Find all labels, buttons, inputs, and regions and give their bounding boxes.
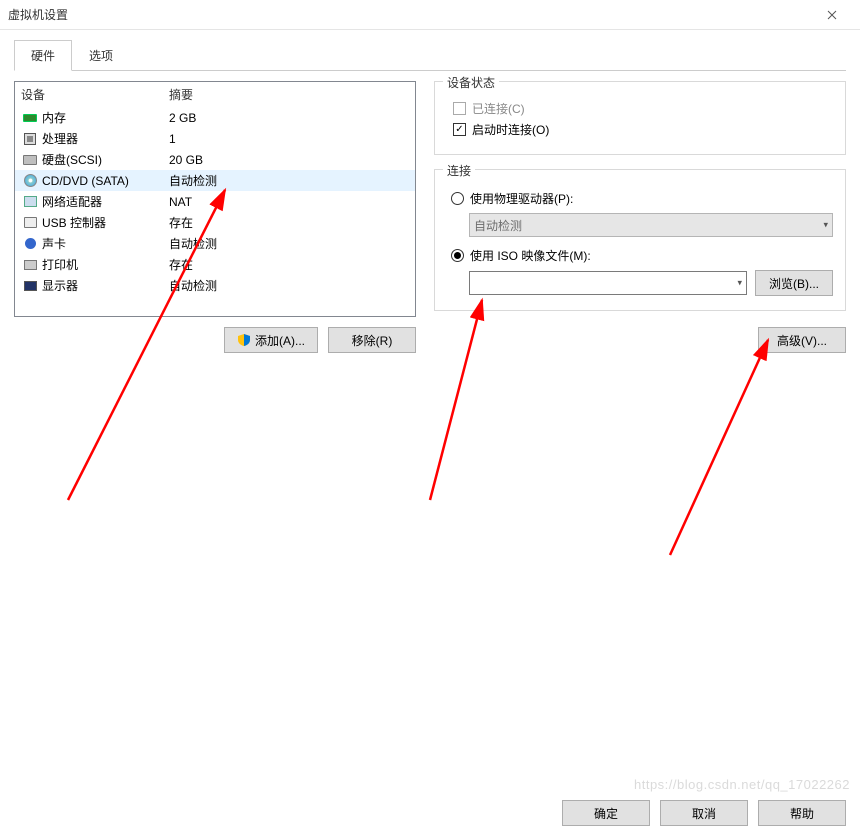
chevron-down-icon[interactable]: ▾ — [737, 278, 742, 289]
device-row-usb[interactable]: USB 控制器 存在 — [15, 212, 415, 233]
physical-drive-combo: 自动检测 ▾ — [469, 213, 833, 237]
device-row-display[interactable]: 显示器 自动检测 — [15, 275, 415, 296]
device-label: 网络适配器 — [42, 193, 169, 210]
device-summary: 存在 — [169, 214, 409, 231]
device-summary: NAT — [169, 195, 409, 209]
chevron-down-icon: ▾ — [823, 220, 828, 231]
tabs: 硬件 选项 — [14, 40, 846, 71]
connect-poweron-checkbox[interactable] — [453, 123, 466, 136]
use-iso-label: 使用 ISO 映像文件(M): — [470, 247, 591, 264]
close-button[interactable] — [812, 1, 852, 29]
hdd-icon — [21, 152, 39, 168]
add-button[interactable]: 添加(A)... — [224, 327, 318, 353]
header-device: 设备 — [21, 86, 169, 103]
device-summary: 自动检测 — [169, 277, 409, 294]
device-row-printer[interactable]: 打印机 存在 — [15, 254, 415, 275]
tab-options[interactable]: 选项 — [72, 40, 130, 71]
header-summary: 摘要 — [169, 86, 409, 103]
device-label: 打印机 — [42, 256, 169, 273]
cd-icon — [21, 173, 39, 189]
use-physical-row[interactable]: 使用物理驱动器(P): — [451, 190, 833, 207]
sound-icon — [21, 236, 39, 252]
connection-legend: 连接 — [443, 162, 475, 179]
device-label: CD/DVD (SATA) — [42, 174, 169, 188]
device-summary: 自动检测 — [169, 172, 409, 189]
device-label: 声卡 — [42, 235, 169, 252]
device-row-hdd[interactable]: 硬盘(SCSI) 20 GB — [15, 149, 415, 170]
printer-icon — [21, 257, 39, 273]
cancel-button[interactable]: 取消 — [660, 800, 748, 826]
device-summary: 自动检测 — [169, 235, 409, 252]
help-button[interactable]: 帮助 — [758, 800, 846, 826]
device-row-network[interactable]: 网络适配器 NAT — [15, 191, 415, 212]
physical-drive-value: 自动检测 — [474, 217, 522, 234]
add-label: 添加(A)... — [255, 332, 305, 349]
ok-button[interactable]: 确定 — [562, 800, 650, 826]
ok-label: 确定 — [594, 805, 618, 822]
device-label: 硬盘(SCSI) — [42, 151, 169, 168]
cancel-label: 取消 — [692, 805, 716, 822]
connection-group: 连接 使用物理驱动器(P): 自动检测 ▾ 使用 ISO 映像文件(M): — [434, 169, 846, 311]
watermark: https://blog.csdn.net/qq_17022262 — [634, 777, 850, 792]
browse-label: 浏览(B)... — [769, 275, 819, 292]
remove-label: 移除(R) — [352, 332, 393, 349]
network-icon — [21, 194, 39, 210]
device-row-cpu[interactable]: 处理器 1 — [15, 128, 415, 149]
device-status-group: 设备状态 已连接(C) 启动时连接(O) — [434, 81, 846, 155]
connect-poweron-row[interactable]: 启动时连接(O) — [453, 121, 833, 138]
display-icon — [21, 278, 39, 294]
device-row-sound[interactable]: 声卡 自动检测 — [15, 233, 415, 254]
close-icon — [827, 10, 837, 20]
device-status-legend: 设备状态 — [443, 74, 499, 91]
cpu-icon — [21, 131, 39, 147]
device-summary: 存在 — [169, 256, 409, 273]
device-list-header: 设备 摘要 — [15, 82, 415, 107]
advanced-label: 高级(V)... — [777, 332, 827, 349]
connect-poweron-label: 启动时连接(O) — [472, 121, 549, 138]
device-label: 内存 — [42, 109, 169, 126]
use-physical-radio[interactable] — [451, 192, 464, 205]
advanced-button[interactable]: 高级(V)... — [758, 327, 846, 353]
device-summary: 1 — [169, 132, 409, 146]
device-row-memory[interactable]: 内存 2 GB — [15, 107, 415, 128]
memory-icon — [21, 110, 39, 126]
use-physical-label: 使用物理驱动器(P): — [470, 190, 573, 207]
window-title: 虚拟机设置 — [8, 6, 812, 23]
titlebar: 虚拟机设置 — [0, 0, 860, 30]
tab-hardware[interactable]: 硬件 — [14, 40, 72, 71]
use-iso-row[interactable]: 使用 ISO 映像文件(M): — [451, 247, 833, 264]
device-row-cddvd[interactable]: CD/DVD (SATA) 自动检测 — [15, 170, 415, 191]
connected-row: 已连接(C) — [453, 100, 833, 117]
device-label: USB 控制器 — [42, 214, 169, 231]
browse-button[interactable]: 浏览(B)... — [755, 270, 833, 296]
connected-checkbox — [453, 102, 466, 115]
device-summary: 20 GB — [169, 153, 409, 167]
use-iso-radio[interactable] — [451, 249, 464, 262]
usb-icon — [21, 215, 39, 231]
device-list: 设备 摘要 内存 2 GB 处理器 1 硬盘(SCSI) 20 GB — [14, 81, 416, 317]
connected-label: 已连接(C) — [472, 100, 525, 117]
help-label: 帮助 — [790, 805, 814, 822]
device-label: 显示器 — [42, 277, 169, 294]
remove-button[interactable]: 移除(R) — [328, 327, 416, 353]
shield-icon — [237, 333, 251, 347]
device-summary: 2 GB — [169, 111, 409, 125]
iso-path-combo[interactable]: ▾ — [469, 271, 747, 295]
device-label: 处理器 — [42, 130, 169, 147]
